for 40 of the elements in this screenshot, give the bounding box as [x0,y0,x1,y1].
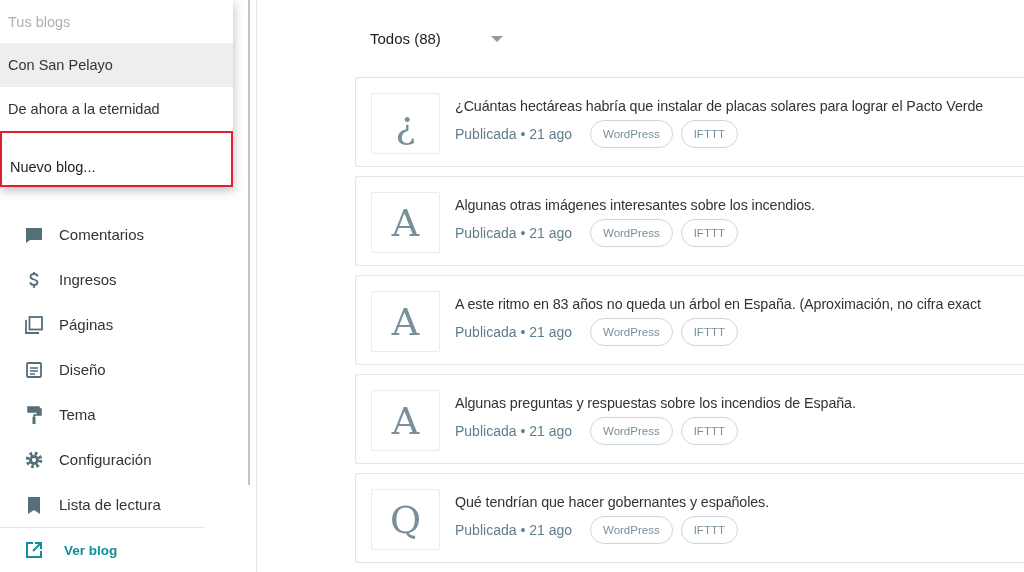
post-thumbnail: A [371,390,440,451]
layout-icon [24,359,44,380]
sidebar-item[interactable]: Configuración [0,437,248,482]
post-card[interactable]: A Algunas otras imágenes interesantes sobre los incendios. Publicada • 21 ago WordPress IFTTT [355,176,1024,266]
new-blog-item[interactable]: Nuevo blog... [0,131,233,187]
paint-roller-icon [24,404,44,425]
pages-icon [24,314,44,335]
blog-menu-item[interactable]: De ahora a la eternidad [0,87,233,131]
post-thumbnail: Q [371,489,440,550]
post-status: Publicada • 21 ago [455,126,572,142]
post-title[interactable]: Qué tendrían que hacer gobernantes y españoles. [455,494,770,510]
sidebar-item[interactable]: Ingresos [0,257,248,302]
sidebar-item[interactable]: Lista de lectura [0,482,248,527]
post-title[interactable]: A este ritmo en 83 años no queda un árbol en España. (Aproximación, no cifra exact [455,296,981,312]
post-thumbnail: ¿ [371,93,440,154]
sidebar-item[interactable]: Comentarios [0,212,248,257]
scrollbar[interactable] [248,0,250,485]
filter-dropdown[interactable]: Todos (88) [370,30,441,47]
post-thumbnail: A [371,192,440,253]
post-thumbnail: A [371,291,440,352]
post-title[interactable]: ¿Cuántas hectáreas habría que instalar de placas solares para lograr el Pacto Verde [455,98,984,114]
post-title[interactable]: Algunas otras imágenes interesantes sobre los incendios. [455,197,815,213]
post-status: Publicada • 21 ago [455,225,572,241]
sidebar-item[interactable]: Páginas [0,302,248,347]
sidebar-item[interactable]: Diseño [0,347,248,392]
blog-menu-item[interactable]: Con San Pelayo [0,43,233,87]
caret-icon[interactable] [490,35,503,42]
post-card[interactable]: Q Qué tendrían que hacer gobernantes y españoles. Publicada • 21 ago WordPress IFTTT [355,473,1024,563]
post-title[interactable]: Algunas preguntas y respuestas sobre los incendios de España. [455,395,856,411]
post-status: Publicada • 21 ago [455,324,572,340]
menu-header: Tus blogs [7,12,72,32]
external-link-icon [24,540,44,560]
view-blog-link[interactable]: Ver blog [0,528,248,572]
post-card[interactable]: ¿ ¿Cuántas hectáreas habría que instalar de placas solares para lograr el Pacto Verde Publicada • 21 ago WordPress IFTTT [355,77,1024,167]
sidebar-item[interactable]: Tema [0,392,248,437]
post-card[interactable]: A Algunas preguntas y respuestas sobre los incendios de España. Publicada • 21 ago WordPress IFTTT [355,374,1024,464]
post-card[interactable]: A A este ritmo en 83 años no queda un árbol en España. (Aproximación, no cifra exact Publicada • 21 ago WordPress IFTTT [355,275,1024,365]
settings-icon [24,449,44,470]
post-status: Publicada • 21 ago [455,423,572,439]
post-status: Publicada • 21 ago [455,522,572,538]
